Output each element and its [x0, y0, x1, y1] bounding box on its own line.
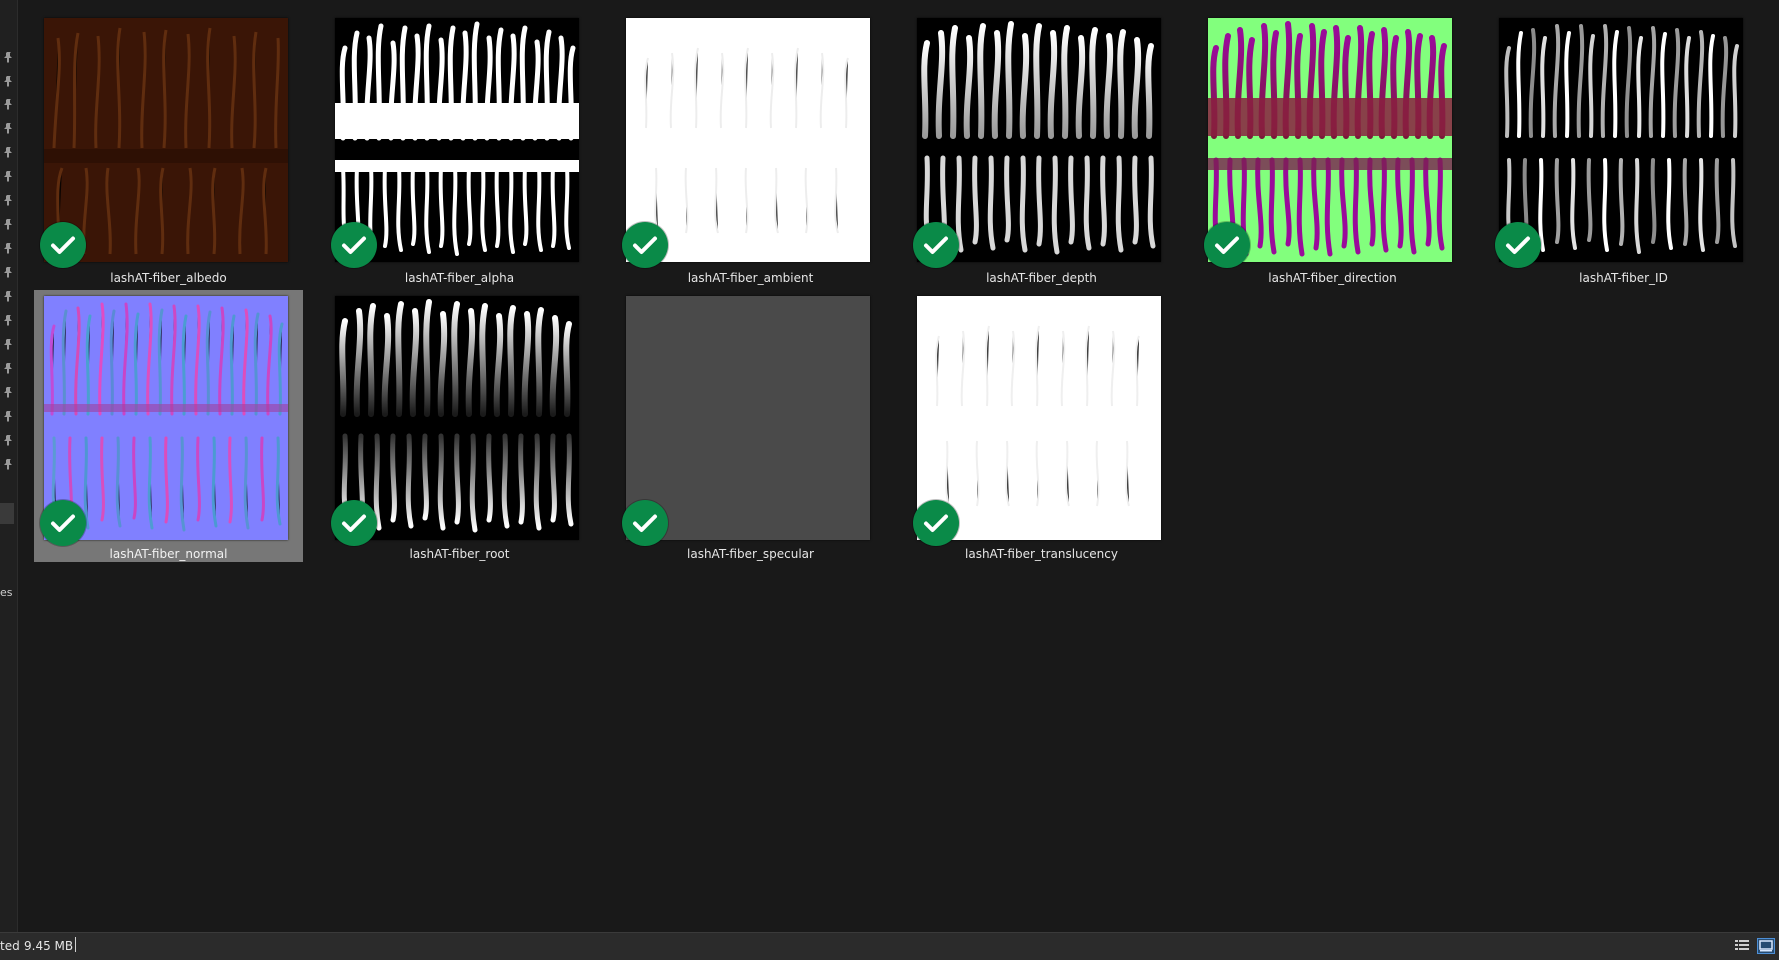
status-bar: ted 9.45 MB	[0, 932, 1779, 960]
pin-icon[interactable]	[4, 147, 13, 158]
check-icon	[913, 500, 959, 546]
check-icon	[622, 222, 668, 268]
check-icon	[40, 222, 86, 268]
file-tile-root[interactable]: lashAT-fiber_root	[325, 290, 594, 562]
check-icon	[1495, 222, 1541, 268]
pin-icon[interactable]	[4, 411, 13, 422]
pin-icon[interactable]	[4, 387, 13, 398]
file-tile-id[interactable]: lashAT-fiber_ID	[1489, 0, 1758, 285]
pin-icon[interactable]	[4, 435, 13, 446]
pin-icon[interactable]	[4, 267, 13, 278]
file-name: lashAT-fiber_ambient	[687, 271, 814, 285]
pin-icon[interactable]	[4, 171, 13, 182]
pin-icon[interactable]	[4, 315, 13, 326]
file-tile-specular[interactable]: lashAT-fiber_specular	[616, 290, 885, 562]
navigation-pane-edge: es	[0, 0, 18, 932]
pin-icon[interactable]	[4, 76, 13, 87]
file-tile-direction[interactable]: lashAT-fiber_direction	[1198, 0, 1467, 285]
file-name: lashAT-fiber_root	[409, 547, 510, 561]
file-name: lashAT-fiber_alpha	[404, 271, 515, 285]
pin-icon[interactable]	[4, 219, 13, 230]
nav-selected-item[interactable]	[0, 503, 14, 524]
file-tile-normal[interactable]: lashAT-fiber_normal	[34, 290, 303, 562]
nav-item-label[interactable]: es	[0, 587, 13, 599]
file-name: lashAT-fiber_albedo	[110, 271, 227, 285]
pin-icon[interactable]	[4, 52, 13, 63]
pin-icon[interactable]	[4, 363, 13, 374]
details-view-icon[interactable]	[1734, 938, 1750, 952]
pin-icon[interactable]	[4, 243, 13, 254]
file-name: lashAT-fiber_ID	[1579, 271, 1668, 285]
selection-status: ted	[0, 939, 20, 953]
check-icon	[40, 500, 86, 546]
pin-icon[interactable]	[4, 195, 13, 206]
check-icon	[622, 500, 668, 546]
file-name: lashAT-fiber_normal	[109, 547, 228, 561]
check-icon	[331, 222, 377, 268]
large-icons-view-icon[interactable]	[1757, 938, 1775, 954]
file-tile-albedo[interactable]: lashAT-fiber_albedo	[34, 0, 303, 285]
file-name: lashAT-fiber_translucency	[965, 547, 1118, 561]
selection-size: 9.45 MB	[24, 939, 74, 953]
pin-icon[interactable]	[4, 459, 13, 470]
pin-icon[interactable]	[4, 123, 13, 134]
pin-icon[interactable]	[4, 339, 13, 350]
status-separator	[75, 937, 76, 952]
file-tile-alpha[interactable]: lashAT-fiber_alpha	[325, 0, 594, 285]
file-name: lashAT-fiber_specular	[687, 547, 814, 561]
check-icon	[1204, 222, 1250, 268]
file-name: lashAT-fiber_depth	[986, 271, 1097, 285]
file-tile-depth[interactable]: lashAT-fiber_depth	[907, 0, 1176, 285]
file-grid: lashAT-fiber_albedo lashAT-fiber_alpha l…	[18, 0, 1779, 932]
pin-icon[interactable]	[4, 291, 13, 302]
check-icon	[913, 222, 959, 268]
file-name: lashAT-fiber_direction	[1268, 271, 1397, 285]
pin-icon[interactable]	[4, 99, 13, 110]
check-icon	[331, 500, 377, 546]
file-tile-translucency[interactable]: lashAT-fiber_translucency	[907, 290, 1176, 562]
file-tile-ambient[interactable]: lashAT-fiber_ambient	[616, 0, 885, 285]
